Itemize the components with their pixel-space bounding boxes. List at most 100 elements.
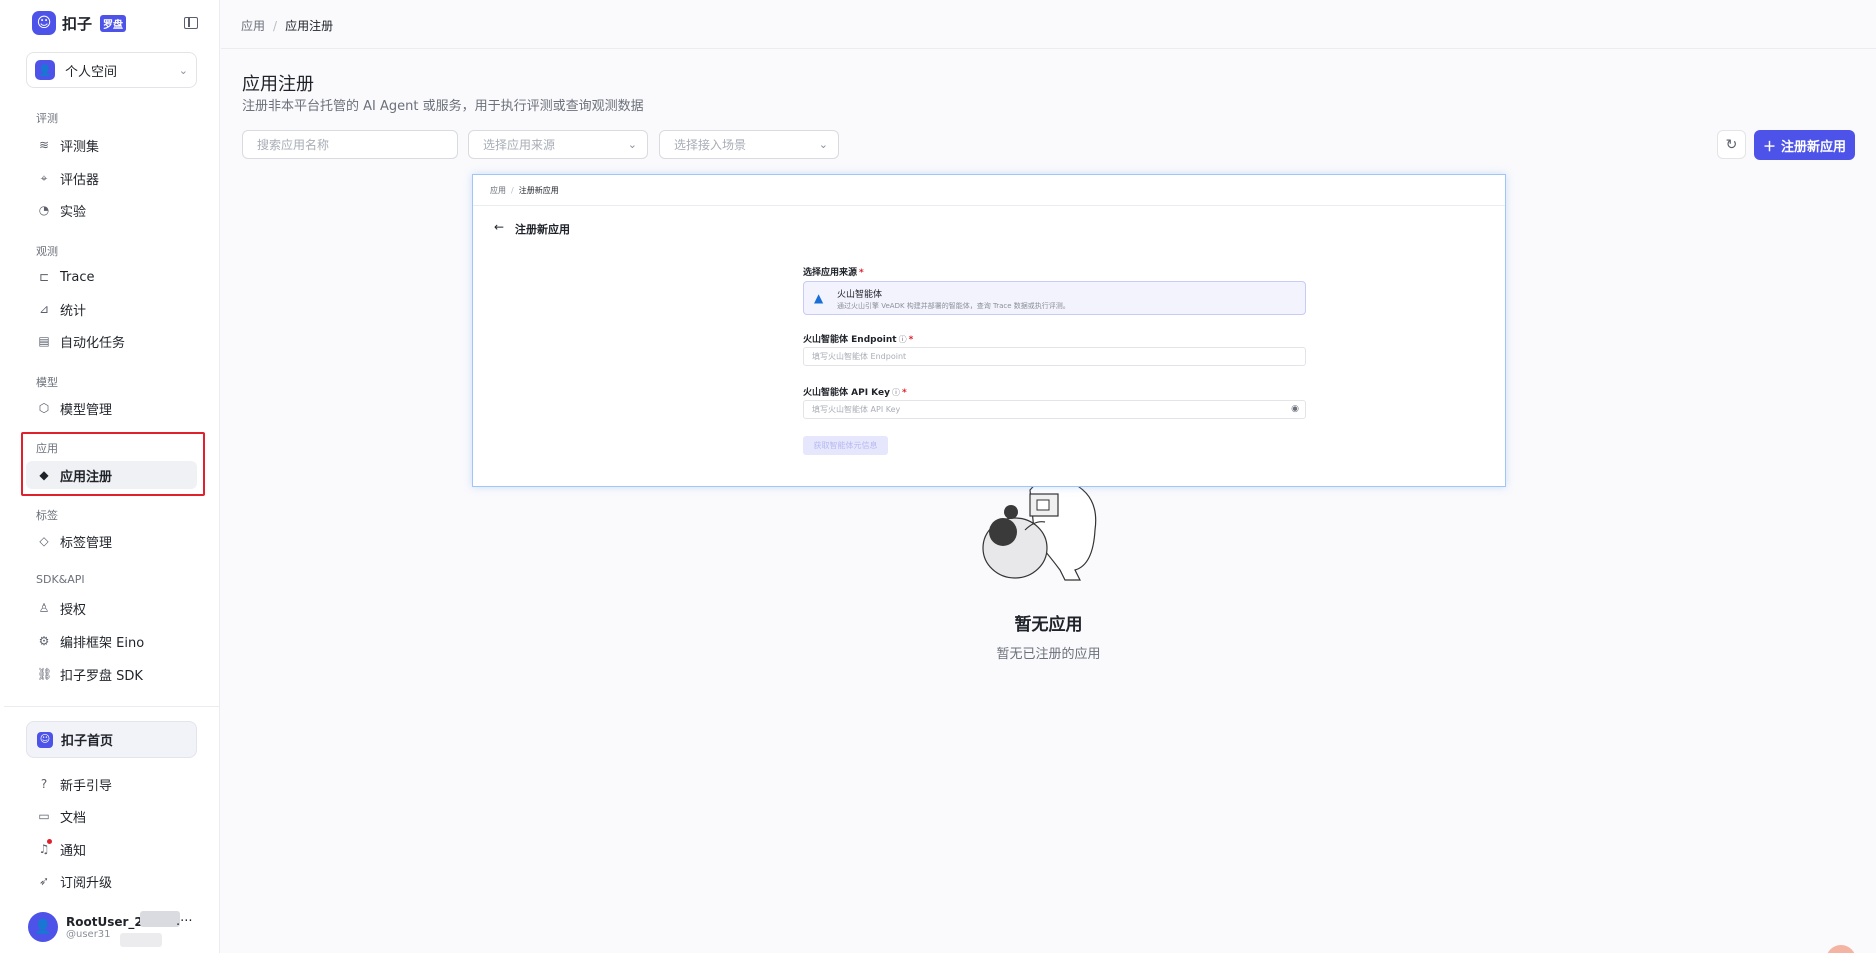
register-app-preview: 应用 / 注册新应用 ← 注册新应用 选择应用来源 * ▲ 火山智能体 通过火山引擎 …: [472, 174, 1506, 487]
info-icon[interactable]: ⓘ: [899, 335, 907, 344]
fetch-meta-button[interactable]: 获取智能体元信息: [803, 436, 888, 455]
sidebar-item-label: 模型管理: [60, 402, 113, 418]
nav-group-model: 模型: [36, 376, 58, 389]
sidebar-item-stats[interactable]: ⊿ 统计: [26, 295, 197, 323]
sidebar-item-label: 统计: [60, 303, 87, 319]
sidebar-item-docs[interactable]: ▭ 文档: [26, 802, 197, 830]
floating-assistant-icon[interactable]: [1826, 945, 1856, 953]
source-placeholder: 选择应用来源: [483, 138, 556, 152]
gauge-icon: ◔: [38, 203, 50, 217]
coze-logo-icon: ☺: [32, 11, 56, 35]
rocket-icon: ➶: [38, 874, 50, 888]
sidebar-item-evaluator[interactable]: ⌖ 评估器: [26, 164, 197, 192]
nav-group-sdk: SDK&API: [36, 573, 85, 586]
sidebar-item-trace[interactable]: ⊏ Trace: [26, 263, 197, 291]
endpoint-placeholder: 填写火山智能体 Endpoint: [812, 352, 907, 361]
required-mark: *: [908, 335, 914, 345]
source-label: 选择应用来源 *: [803, 265, 864, 278]
sidebar-item-sdk[interactable]: ⛓ 扣子罗盘 SDK: [26, 660, 197, 688]
plus-icon: ＋: [1762, 139, 1776, 155]
nav-group-tag: 标签: [36, 509, 58, 522]
source-option-volcano[interactable]: ▲ 火山智能体 通过火山引擎 VeADK 构建并部署的智能体，查询 Trace …: [803, 281, 1306, 315]
apikey-label-text: 火山智能体 API Key: [803, 388, 890, 398]
sidebar-item-notify[interactable]: ♫ 通知: [26, 835, 197, 863]
nav-group-eval: 评测: [36, 112, 58, 125]
register-app-button[interactable]: ＋ 注册新应用: [1754, 130, 1855, 160]
tag-icon: ◇: [39, 534, 49, 548]
endpoint-label: 火山智能体 Endpoint ⓘ *: [803, 332, 913, 345]
chevron-down-icon: ⌄: [818, 138, 828, 151]
top-bar: 应用 / 应用注册: [221, 0, 1876, 49]
brand-logo[interactable]: ☺ 扣子 罗盘: [32, 11, 127, 35]
sidebar-item-model-manage[interactable]: ⬡ 模型管理: [26, 394, 197, 422]
user-name: RootUser_2: [66, 914, 143, 929]
redacted-block: [140, 911, 180, 927]
info-icon[interactable]: ⓘ: [892, 388, 900, 397]
pin-icon: ⌖: [40, 170, 48, 185]
sidebar-item-auto-task[interactable]: ▤ 自动化任务: [26, 327, 197, 355]
empty-illustration: [982, 470, 1097, 581]
sidebar-item-label: 订阅升级: [60, 875, 113, 891]
breadcrumb-root[interactable]: 应用: [241, 19, 265, 33]
endpoint-label-text: 火山智能体 Endpoint: [803, 335, 897, 345]
eye-off-icon[interactable]: ◉: [1291, 404, 1299, 414]
endpoint-field[interactable]: 填写火山智能体 Endpoint: [803, 347, 1306, 366]
brand-badge: 罗盘: [100, 14, 127, 32]
task-icon: ▤: [38, 334, 50, 348]
sidebar-item-experiment[interactable]: ◔ 实验: [26, 196, 197, 224]
empty-description: 暂无已注册的应用: [996, 647, 1101, 662]
workspace-selector[interactable]: 👤 个人空间 ⌄: [26, 52, 197, 88]
required-mark: *: [901, 388, 907, 398]
sidebar-item-label: 自动化任务: [60, 335, 126, 351]
page-subtitle: 注册非本平台托管的 AI Agent 或服务，用于执行评测或查询观测数据: [242, 99, 644, 114]
sidebar-item-tag-manage[interactable]: ◇ 标签管理: [26, 527, 197, 555]
sidebar-item-label: Trace: [60, 269, 95, 285]
nav-group-observe: 观测: [36, 245, 58, 258]
redacted-block: [120, 933, 162, 947]
sidebar-item-label: 文档: [60, 810, 87, 826]
page-title: 应用注册: [242, 74, 314, 95]
trace-icon: ⊏: [38, 270, 50, 284]
inset-breadcrumb: 应用 / 注册新应用: [490, 186, 559, 195]
fetch-meta-label: 获取智能体元信息: [813, 441, 878, 450]
sidebar-item-label: 新手引导: [60, 778, 113, 794]
chart-icon: ⊿: [38, 302, 50, 316]
source-desc: 通过火山引擎 VeADK 构建并部署的智能体，查询 Trace 数据或执行评测。: [837, 302, 1070, 310]
workspace-label: 个人空间: [65, 64, 118, 80]
sidebar-item-label: 评测集: [60, 139, 100, 155]
back-arrow-icon[interactable]: ←: [494, 220, 504, 234]
bell-icon: ♫: [38, 842, 50, 856]
required-mark: *: [859, 268, 864, 278]
inset-breadcrumb-current: 注册新应用: [518, 186, 559, 195]
apikey-placeholder: 填写火山智能体 API Key: [812, 405, 901, 414]
user-icon: 👤: [35, 60, 55, 80]
source-select[interactable]: 选择应用来源 ⌄: [468, 130, 648, 159]
notification-dot: [47, 839, 52, 844]
sidebar-item-label: 实验: [60, 204, 87, 220]
sidebar-item-upgrade[interactable]: ➶ 订阅升级: [26, 867, 197, 895]
chevron-down-icon: ⌄: [627, 138, 637, 151]
refresh-button[interactable]: ↻: [1717, 130, 1746, 159]
document-icon: ▭: [38, 809, 50, 823]
sidebar-item-label: 扣子罗盘 SDK: [60, 668, 143, 684]
scene-select[interactable]: 选择接入场景 ⌄: [659, 130, 839, 159]
coze-logo-icon: ☺: [37, 731, 53, 748]
inset-divider: [473, 205, 1505, 206]
source-name: 火山智能体: [837, 290, 883, 300]
apikey-field[interactable]: 填写火山智能体 API Key ◉: [803, 400, 1306, 419]
sidebar-item-guide[interactable]: ? 新手引导: [26, 770, 197, 798]
avatar: 👤: [28, 912, 58, 942]
help-icon: ?: [40, 777, 48, 791]
empty-title: 暂无应用: [1014, 615, 1083, 635]
inset-breadcrumb-root[interactable]: 应用: [490, 186, 506, 195]
link-icon: ⛓: [37, 667, 53, 681]
sidebar-collapse-icon[interactable]: [184, 17, 198, 29]
cube-icon: ⬡: [38, 401, 50, 415]
sidebar-item-eval-set[interactable]: ≋ 评测集: [26, 131, 197, 159]
more-icon[interactable]: .···: [176, 914, 193, 929]
brand-name: 扣子: [62, 14, 93, 33]
search-input[interactable]: 搜索应用名称: [242, 130, 458, 159]
coze-home-button[interactable]: ☺ 扣子首页: [26, 721, 197, 758]
annotation-highlight-box: [21, 432, 205, 496]
sidebar-item-label: 通知: [60, 843, 87, 859]
